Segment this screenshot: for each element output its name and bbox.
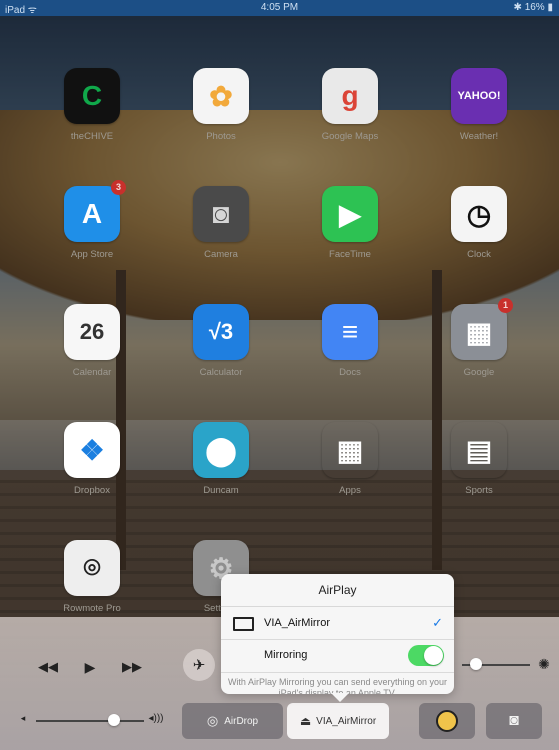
play-icon[interactable]: ▶ (80, 657, 100, 677)
app-label: Google (463, 367, 495, 378)
app-docs[interactable]: ≡ Docs (305, 304, 395, 378)
app-chive[interactable]: CtheCHIVE (47, 68, 137, 142)
airplay-label: VIA_AirMirror (316, 715, 377, 727)
airplane-mode-button[interactable]: ✈ (183, 649, 215, 681)
app-label: Rowmote Pro (63, 603, 121, 614)
app-rowmote[interactable]: ⌾ Rowmote Pro (47, 540, 137, 614)
camera-icon: ◙ (509, 712, 519, 729)
app-weather[interactable]: YAHOO! Weather! (434, 68, 524, 142)
app-google-folder[interactable]: ▦ 1 Google (434, 298, 524, 378)
status-bar: iPad ᯤ 4:05 PM ✱ 16% ▮ (0, 0, 559, 16)
app-sports-folder[interactable]: ▤ Sports (434, 422, 524, 497)
clock-icon: ◷ (451, 186, 507, 242)
checkmark-icon: ✓ (432, 615, 443, 630)
sun-icon: ✺ (538, 655, 550, 672)
google-folder-icon: ▦ 1 (451, 298, 513, 360)
docs-icon: ≡ (322, 304, 378, 360)
airplane-icon: ✈ (192, 657, 206, 674)
airplay-title: AirPlay (221, 574, 454, 607)
app-store-icon: A3 (64, 180, 126, 242)
camera-button[interactable]: ◙ (486, 703, 542, 739)
timer-icon (436, 710, 458, 732)
volume-slider[interactable] (36, 720, 144, 722)
app-camera[interactable]: ◙ Camera (176, 186, 266, 260)
chive-icon: C (64, 68, 120, 124)
google-maps-icon: g (322, 68, 378, 124)
app-calendar[interactable]: 26 Calendar (47, 304, 137, 378)
airdrop-button[interactable]: ◎ AirDrop (182, 703, 283, 739)
notification-badge: 3 (111, 180, 126, 195)
volume-knob[interactable] (107, 714, 120, 726)
facetime-icon: ▶ (322, 186, 378, 242)
weather-icon: YAHOO! (451, 68, 507, 124)
fast-forward-icon[interactable]: ▶▶ (120, 657, 144, 677)
app-label: Apps (339, 485, 361, 496)
apps-folder-icon: ▦ (322, 422, 378, 478)
airplay-icon: ⏏ (299, 714, 312, 728)
airplay-popover: AirPlay VIA_AirMirror ✓ Mirroring With A… (221, 574, 454, 694)
calculator-icon: √3 (193, 304, 249, 360)
app-label: Weather! (459, 131, 499, 142)
bluetooth-icon: ✱ (513, 2, 522, 13)
app-location-pin[interactable]: ⬤ Duncam (176, 422, 266, 496)
app-label: App Store (70, 249, 114, 260)
app-dropbox[interactable]: ❖ Dropbox (47, 422, 137, 496)
dropbox-icon: ❖ (64, 422, 120, 478)
rewind-icon[interactable]: ◀◀ (36, 657, 60, 677)
app-label: Dropbox (74, 485, 110, 496)
app-label: Duncam (203, 485, 239, 496)
volume-low-icon: ◂ (20, 712, 26, 723)
app-facetime[interactable]: ▶ FaceTime (305, 186, 395, 260)
app-label: Docs (339, 367, 361, 378)
app-label: Calculator (199, 367, 243, 378)
app-label: FaceTime (329, 249, 371, 260)
location-pin-icon: ⬤ (193, 422, 249, 478)
battery-percent: 16% (524, 2, 545, 13)
mirroring-row: Mirroring (221, 640, 454, 673)
notification-badge: 1 (498, 298, 513, 313)
airplay-description: With AirPlay Mirroring you can send ever… (227, 677, 448, 694)
status-time: 4:05 PM (260, 2, 299, 13)
app-apps-folder[interactable]: ▦ Apps (305, 422, 395, 497)
app-label: Camera (204, 249, 238, 260)
app-calculator[interactable]: √3 Calculator (176, 304, 266, 378)
app-label: Calendar (72, 367, 112, 378)
monitor-icon (233, 617, 254, 631)
battery-icon: ▮ (547, 2, 553, 13)
mirroring-toggle[interactable] (408, 645, 444, 666)
photos-icon: ✿ (193, 68, 249, 124)
app-label: Photos (206, 131, 236, 142)
app-label: Sports (465, 485, 493, 496)
camera-icon: ◙ (193, 186, 249, 242)
airplay-button[interactable]: ⏏ VIA_AirMirror (287, 703, 389, 739)
airplay-device-name: VIA_AirMirror (264, 617, 331, 629)
app-clock[interactable]: ◷ Clock (434, 186, 524, 260)
calendar-icon: 26 (64, 304, 120, 360)
brightness-knob[interactable] (469, 658, 482, 670)
airdrop-label: AirDrop (224, 715, 259, 727)
sports-folder-icon: ▤ (451, 422, 507, 478)
popover-arrow (331, 693, 349, 702)
volume-high-icon: ◂))) (148, 712, 164, 724)
app-app-store[interactable]: A 3 App Store (47, 180, 137, 260)
timer-button[interactable] (419, 703, 475, 739)
status-right: ✱ 16% ▮ (514, 2, 553, 13)
airdrop-icon: ◎ (206, 713, 219, 728)
app-label: Google Maps (321, 131, 379, 142)
app-photos[interactable]: ✿ Photos (176, 68, 266, 142)
airplay-device-row[interactable]: VIA_AirMirror ✓ (221, 607, 454, 640)
mirroring-label: Mirroring (264, 649, 308, 661)
app-label: Clock (467, 249, 491, 260)
app-label: theCHIVE (70, 131, 114, 142)
app-google-maps[interactable]: g Google Maps (305, 68, 395, 142)
rowmote-icon: ⌾ (64, 540, 120, 596)
